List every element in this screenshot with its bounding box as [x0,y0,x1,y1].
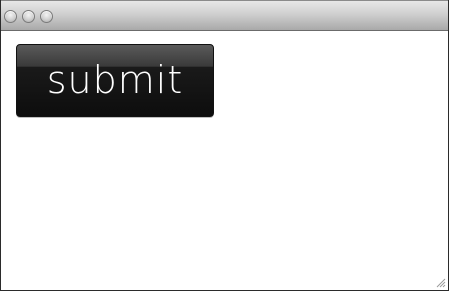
resize-grip-icon[interactable] [434,276,446,288]
app-window: submit [0,0,449,291]
minimize-icon[interactable] [22,10,35,23]
title-bar[interactable] [1,0,448,31]
submit-button-label: submit [46,57,184,102]
zoom-icon[interactable] [40,10,53,23]
submit-button[interactable]: submit [16,44,214,117]
close-icon[interactable] [4,10,17,23]
window-content: submit [1,31,448,290]
